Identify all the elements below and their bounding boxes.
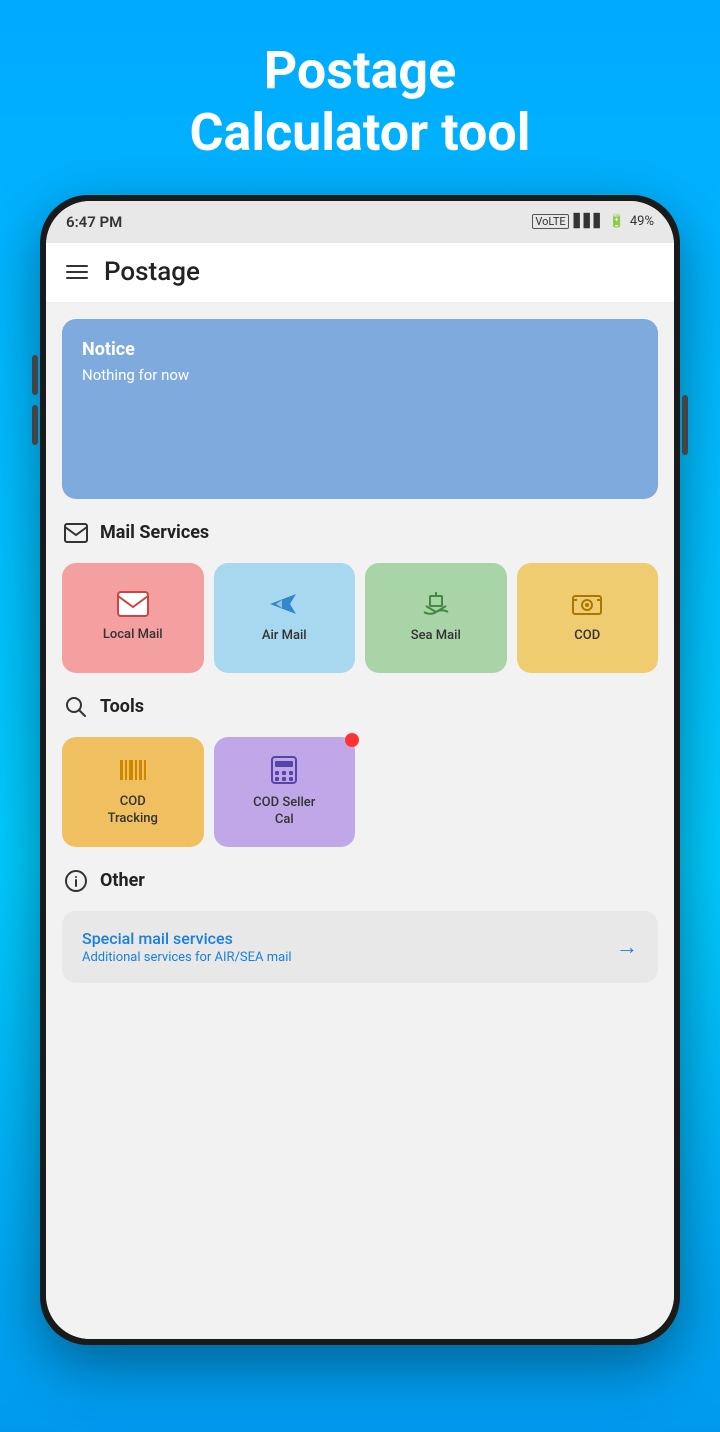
hamburger-line-3 (66, 277, 88, 279)
sea-mail-icon (420, 590, 452, 618)
notice-text: Nothing for now (82, 366, 638, 384)
cod-seller-cal-card[interactable]: COD SellerCal (214, 737, 356, 847)
phone-screen: 6:47 PM VoLTE ▋▋▋ 🔋 49% Postage Notice N… (46, 201, 674, 1339)
mail-services-header: Mail Services (62, 519, 658, 547)
sea-mail-label: Sea Mail (411, 628, 461, 645)
cod-seller-cal-label: COD SellerCal (253, 795, 315, 829)
tools-search-icon (62, 693, 90, 721)
local-mail-card[interactable]: Local Mail (62, 563, 204, 673)
air-mail-label: Air Mail (262, 628, 307, 645)
volume-up-button (32, 355, 38, 395)
scroll-content: Notice Nothing for now Mail Services (46, 303, 674, 1339)
sea-mail-card[interactable]: Sea Mail (365, 563, 507, 673)
notification-dot (345, 733, 359, 747)
signal-bars-icon: ▋▋▋ (574, 214, 604, 229)
notice-title: Notice (82, 339, 638, 360)
air-mail-icon (268, 590, 300, 618)
cod-label: COD (574, 628, 600, 645)
app-header: Postage (46, 243, 674, 303)
network-icon: VoLTE (532, 214, 568, 229)
local-mail-icon (117, 591, 149, 617)
special-mail-services-card[interactable]: Special mail services Additional service… (62, 911, 658, 983)
notice-card: Notice Nothing for now (62, 319, 658, 499)
hamburger-line-2 (66, 271, 88, 273)
tools-grid: CODTracking (62, 737, 658, 847)
volume-down-button (32, 405, 38, 445)
local-mail-label: Local Mail (103, 627, 163, 644)
power-button (682, 395, 688, 455)
air-mail-card[interactable]: Air Mail (214, 563, 356, 673)
hamburger-line-1 (66, 265, 88, 267)
other-section-title: Other (100, 870, 145, 891)
page-title: Postage (104, 257, 200, 287)
status-time: 6:47 PM (66, 213, 122, 231)
status-bar: 6:47 PM VoLTE ▋▋▋ 🔋 49% (46, 201, 674, 243)
cod-tracking-card[interactable]: CODTracking (62, 737, 204, 847)
menu-button[interactable] (66, 265, 88, 279)
other-header: Other (62, 867, 658, 895)
special-mail-title: Special mail services (82, 929, 292, 948)
tools-header: Tools (62, 693, 658, 721)
special-mail-subtitle: Additional services for AIR/SEA mail (82, 950, 292, 965)
app-title-text: PostageCalculator tool (189, 40, 530, 165)
mail-icon (62, 519, 90, 547)
cod-icon (571, 590, 603, 618)
battery-percent: 49% (630, 214, 654, 229)
battery-icon: 🔋 (609, 214, 625, 229)
cod-card[interactable]: COD (517, 563, 659, 673)
cod-tracking-icon (118, 756, 148, 784)
phone-wrapper: 6:47 PM VoLTE ▋▋▋ 🔋 49% Postage Notice N… (40, 195, 680, 1345)
cod-tracking-label: CODTracking (108, 794, 158, 828)
arrow-right-icon: → (616, 934, 638, 960)
status-icons: VoLTE ▋▋▋ 🔋 49% (532, 214, 654, 229)
cod-seller-cal-icon (270, 755, 298, 785)
tools-section-title: Tools (100, 696, 144, 717)
info-icon (62, 867, 90, 895)
mail-services-title: Mail Services (100, 522, 209, 543)
service-grid: Local Mail Air Mail (62, 563, 658, 673)
other-card-text: Special mail services Additional service… (82, 929, 292, 965)
